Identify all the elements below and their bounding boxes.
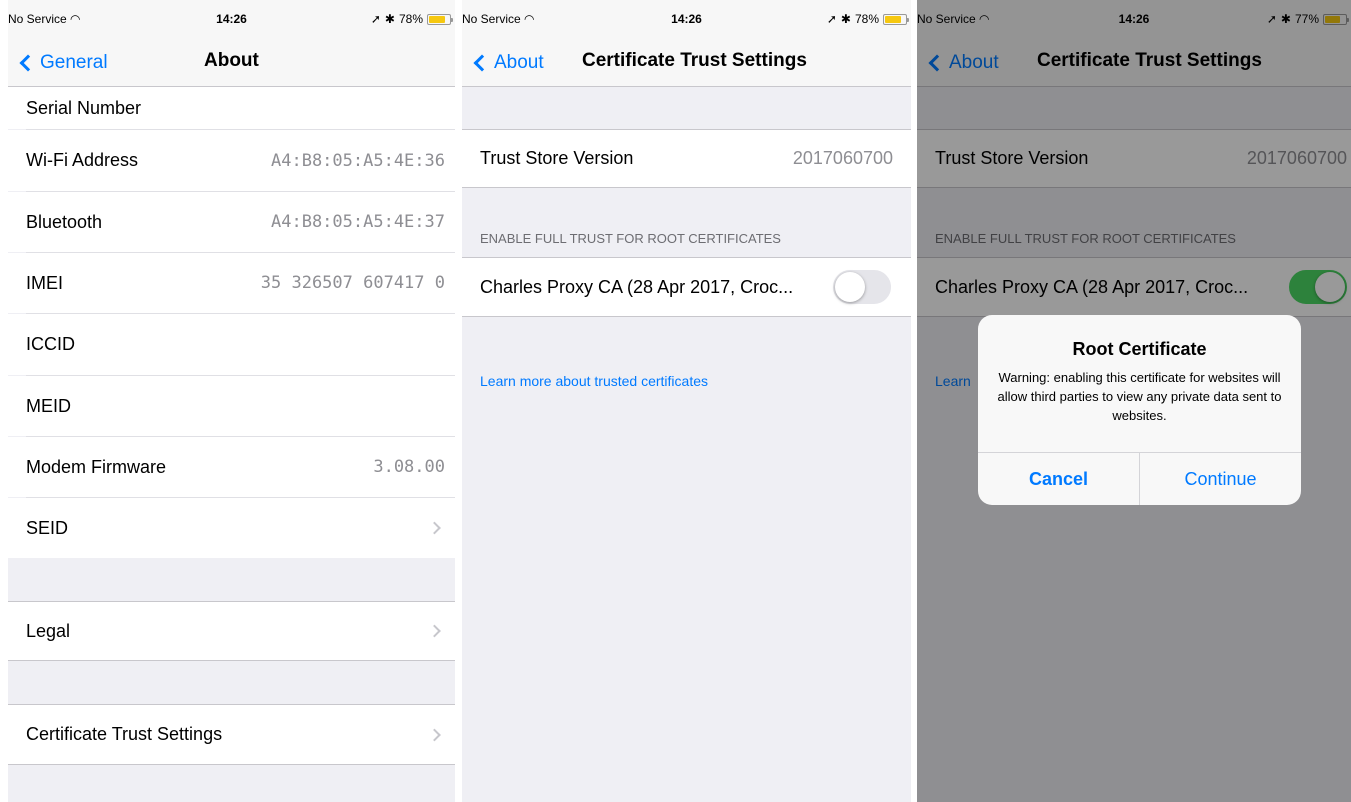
row-value: 2017060700 — [792, 148, 893, 168]
battery-percent: 78% — [854, 12, 879, 26]
row-value: A4:B8:05:A5:4E:37 — [271, 212, 445, 232]
status-bar: No Service ◠ 14:26 ➚ ✱ 78% — [8, 0, 455, 40]
row-seid[interactable]: SEID — [8, 498, 455, 558]
status-bar: No Service ◠ 14:26 ➚ ✱ 78% — [462, 0, 911, 40]
bluetooth-icon: ✱ — [384, 12, 395, 26]
root-certificate-alert: Root Certificate Warning: enabling this … — [978, 315, 1301, 505]
row-label: ICCID — [26, 334, 75, 354]
back-button[interactable]: General — [18, 48, 108, 78]
row-label: Wi-Fi Address — [26, 150, 139, 170]
continue-button[interactable]: Continue — [1140, 453, 1301, 505]
page-title: About — [204, 50, 259, 71]
row-bluetooth[interactable]: Bluetooth A4:B8:05:A5:4E:37 — [8, 192, 455, 252]
row-label: SEID — [26, 517, 69, 538]
chevron-left-icon — [473, 54, 491, 72]
section-header: ENABLE FULL TRUST FOR ROOT CERTIFICATES — [480, 231, 781, 246]
location-icon: ➚ — [826, 12, 837, 26]
page-title: Certificate Trust Settings — [582, 50, 807, 71]
cert-trust-toggle[interactable] — [833, 270, 891, 304]
chevron-left-icon — [19, 54, 37, 72]
cert-trust-alert-screen: No Service ◠ 14:26 ➚ ✱ 77% About Certifi… — [917, 0, 1351, 802]
about-screen: No Service ◠ 14:26 ➚ ✱ 78% General About… — [8, 0, 455, 802]
cancel-button[interactable]: Cancel — [978, 453, 1140, 505]
battery-percent: 78% — [398, 12, 423, 26]
location-icon: ➚ — [370, 12, 381, 26]
row-charles-proxy-cert: Charles Proxy CA (28 Apr 2017, Croc... — [462, 257, 911, 317]
row-trust-store-version: Trust Store Version 2017060700 — [462, 129, 911, 188]
row-label: Certificate Trust Settings — [26, 724, 223, 744]
row-label: Bluetooth — [26, 211, 103, 232]
row-value: 35 326507 607417 0 — [260, 273, 445, 293]
row-modem-firmware[interactable]: Modem Firmware 3.08.00 — [8, 437, 455, 497]
row-value: 3.08.00 — [373, 457, 445, 477]
row-iccid[interactable]: ICCID — [8, 314, 455, 375]
back-label: About — [494, 52, 544, 73]
row-label: Modem Firmware — [26, 456, 167, 477]
row-label: MEID — [26, 395, 71, 416]
learn-more-link[interactable]: Learn more about trusted certificates — [480, 373, 708, 389]
alert-message: Warning: enabling this certificate for w… — [997, 370, 1282, 423]
row-label: IMEI — [26, 272, 64, 293]
back-button[interactable]: About — [472, 48, 544, 78]
cert-trust-screen: No Service ◠ 14:26 ➚ ✱ 78% About Certifi… — [462, 0, 911, 802]
row-wifi-address[interactable]: Wi-Fi Address A4:B8:05:A5:4E:36 — [8, 130, 455, 191]
battery-icon — [427, 13, 453, 25]
row-label: Legal — [26, 620, 71, 641]
row-legal[interactable]: Legal — [8, 601, 455, 661]
row-imei[interactable]: IMEI 35 326507 607417 0 — [8, 253, 455, 313]
nav-bar: About Certificate Trust Settings — [462, 40, 911, 87]
nav-bar: General About — [8, 40, 455, 87]
alert-buttons: Cancel Continue — [978, 452, 1301, 505]
row-meid[interactable]: MEID — [8, 376, 455, 436]
toggle-knob — [835, 272, 865, 302]
row-value: A4:B8:05:A5:4E:36 — [271, 150, 445, 171]
battery-icon — [883, 13, 909, 25]
alert-title: Root Certificate — [1072, 339, 1207, 359]
row-certificate-trust-settings[interactable]: Certificate Trust Settings — [8, 704, 455, 765]
row-serial-number[interactable]: Serial Number — [8, 87, 455, 129]
row-label: Serial Number — [26, 97, 142, 118]
back-label: General — [40, 52, 108, 73]
row-label: Trust Store Version — [480, 148, 634, 168]
bluetooth-icon: ✱ — [840, 12, 851, 26]
